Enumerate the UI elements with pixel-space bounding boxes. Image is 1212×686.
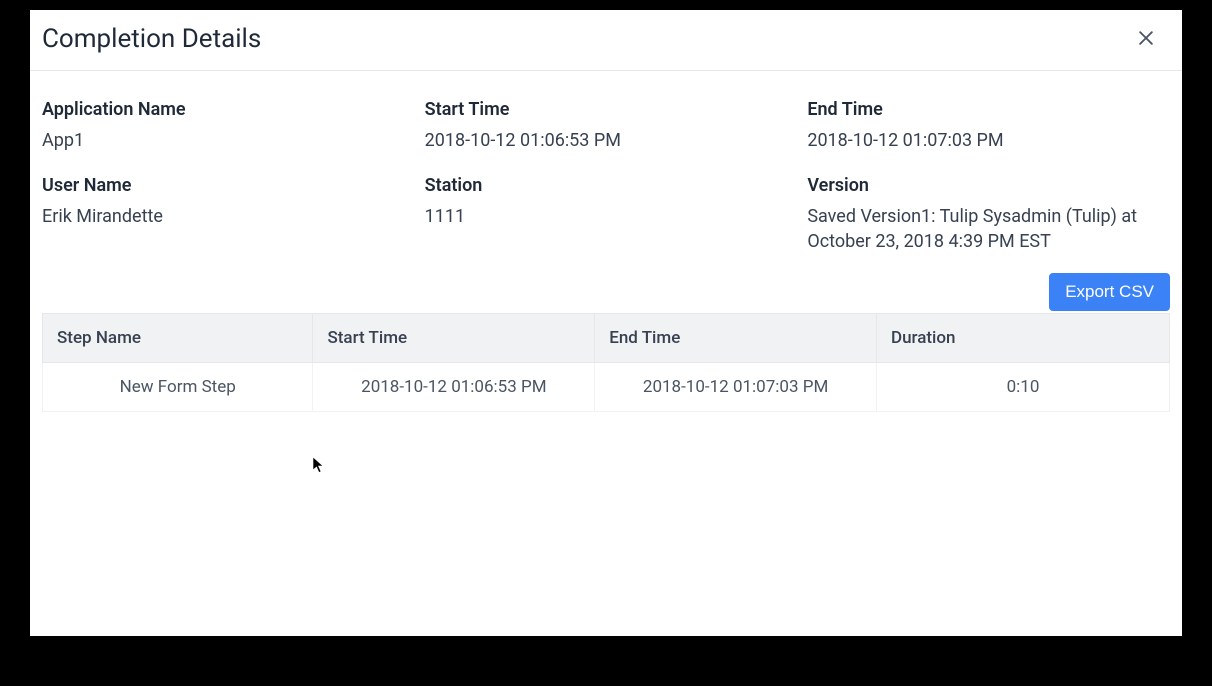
field-value: 2018-10-12 01:06:53 PM (425, 128, 788, 153)
field-value: 2018-10-12 01:07:03 PM (807, 128, 1170, 153)
table-header-row: Step Name Start Time End Time Duration (43, 313, 1170, 362)
field-label: End Time (807, 99, 1170, 120)
modal-body: Application Name App1 Start Time 2018-10… (30, 71, 1182, 636)
field-end-time: End Time 2018-10-12 01:07:03 PM (807, 99, 1170, 153)
steps-table: Step Name Start Time End Time Duration N… (42, 313, 1170, 412)
field-value: Erik Mirandette (42, 204, 405, 229)
field-value: App1 (42, 128, 405, 153)
cell-end-time: 2018-10-12 01:07:03 PM (595, 362, 877, 411)
table-row: New Form Step 2018-10-12 01:06:53 PM 201… (43, 362, 1170, 411)
field-label: Start Time (425, 99, 788, 120)
field-label: Application Name (42, 99, 405, 120)
field-value: 1111 (425, 204, 788, 229)
actions-row: Export CSV (42, 273, 1170, 311)
field-value: Saved Version1: Tulip Sysadmin (Tulip) a… (807, 204, 1170, 254)
col-duration: Duration (876, 313, 1169, 362)
field-station: Station 1111 (425, 175, 788, 254)
cell-start-time: 2018-10-12 01:06:53 PM (313, 362, 595, 411)
completion-details-modal: Completion Details Application Name App1… (30, 10, 1182, 636)
field-application-name: Application Name App1 (42, 99, 405, 153)
details-grid: Application Name App1 Start Time 2018-10… (42, 99, 1170, 255)
field-start-time: Start Time 2018-10-12 01:06:53 PM (425, 99, 788, 153)
field-label: User Name (42, 175, 405, 196)
field-user-name: User Name Erik Mirandette (42, 175, 405, 254)
modal-header: Completion Details (30, 10, 1182, 71)
export-csv-button[interactable]: Export CSV (1049, 273, 1170, 311)
col-step-name: Step Name (43, 313, 313, 362)
col-start-time: Start Time (313, 313, 595, 362)
field-version: Version Saved Version1: Tulip Sysadmin (… (807, 175, 1170, 254)
cell-step-name: New Form Step (43, 362, 313, 411)
cell-duration: 0:10 (876, 362, 1169, 411)
field-label: Station (425, 175, 788, 196)
close-icon (1136, 28, 1156, 51)
modal-title: Completion Details (42, 24, 261, 54)
field-label: Version (807, 175, 1170, 196)
close-button[interactable] (1132, 25, 1160, 53)
col-end-time: End Time (595, 313, 877, 362)
